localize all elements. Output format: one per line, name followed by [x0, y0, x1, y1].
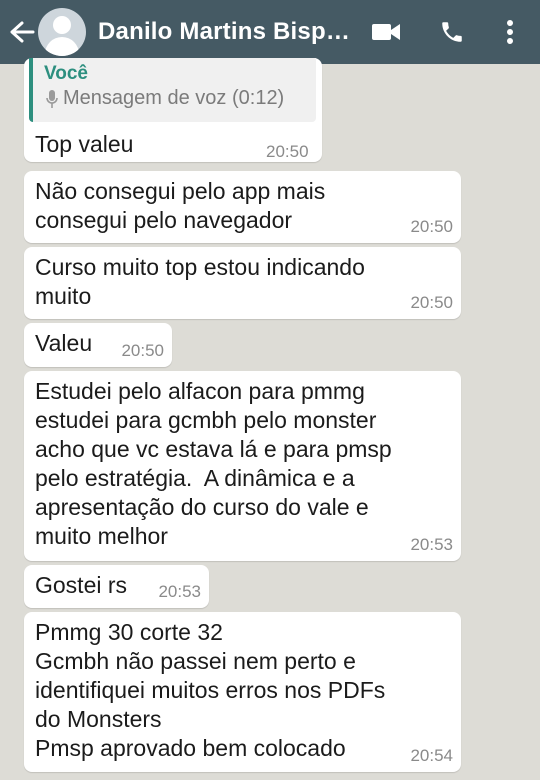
message-time: 20:50: [266, 142, 309, 161]
chat-header: Danilo Martins Bispo...: [0, 0, 540, 64]
microphone-icon: [46, 89, 58, 108]
message-bubble[interactable]: Pmmg 30 corte 32 Gcmbh não passei nem pe…: [24, 612, 461, 772]
message-time: 20:54: [410, 746, 453, 765]
message-text: Pmmg 30 corte 32 Gcmbh não passei nem pe…: [35, 619, 386, 761]
message-time: 20:50: [410, 293, 453, 312]
message-time: 20:53: [410, 535, 453, 554]
message-list[interactable]: Você Mensagem de voz (0:12) Top valeu 20…: [0, 58, 540, 780]
message-text: Não consegui pelo app mais consegui pelo…: [35, 178, 326, 233]
video-call-icon[interactable]: [366, 12, 406, 52]
phone-icon[interactable]: [432, 12, 472, 52]
contact-name[interactable]: Danilo Martins Bispo...: [98, 18, 354, 46]
message-time: 20:50: [410, 217, 453, 236]
avatar[interactable]: [38, 8, 86, 56]
quoted-author: Você: [44, 63, 89, 84]
back-arrow-icon[interactable]: [2, 5, 42, 59]
message-text: Estudei pelo alfacon para pmmg estudei p…: [35, 378, 392, 549]
message-text: Top valeu: [35, 131, 134, 157]
quoted-content: Mensagem de voz (0:12): [63, 87, 285, 109]
message-bubble[interactable]: Estudei pelo alfacon para pmmg estudei p…: [24, 371, 461, 561]
message-bubble[interactable]: Gostei rs 20:53: [24, 565, 209, 608]
quoted-message[interactable]: Você Mensagem de voz (0:12): [29, 58, 316, 122]
message-bubble[interactable]: Não consegui pelo app mais consegui pelo…: [24, 171, 461, 243]
message-bubble[interactable]: Curso muito top estou indicando muito 20…: [24, 247, 461, 319]
more-options-icon[interactable]: [490, 12, 530, 52]
message-time: 20:50: [121, 341, 164, 360]
message-text: Curso muito top estou indicando muito: [35, 254, 365, 309]
message-time: 20:53: [158, 582, 201, 601]
message-bubble[interactable]: Valeu 20:50: [24, 323, 172, 367]
